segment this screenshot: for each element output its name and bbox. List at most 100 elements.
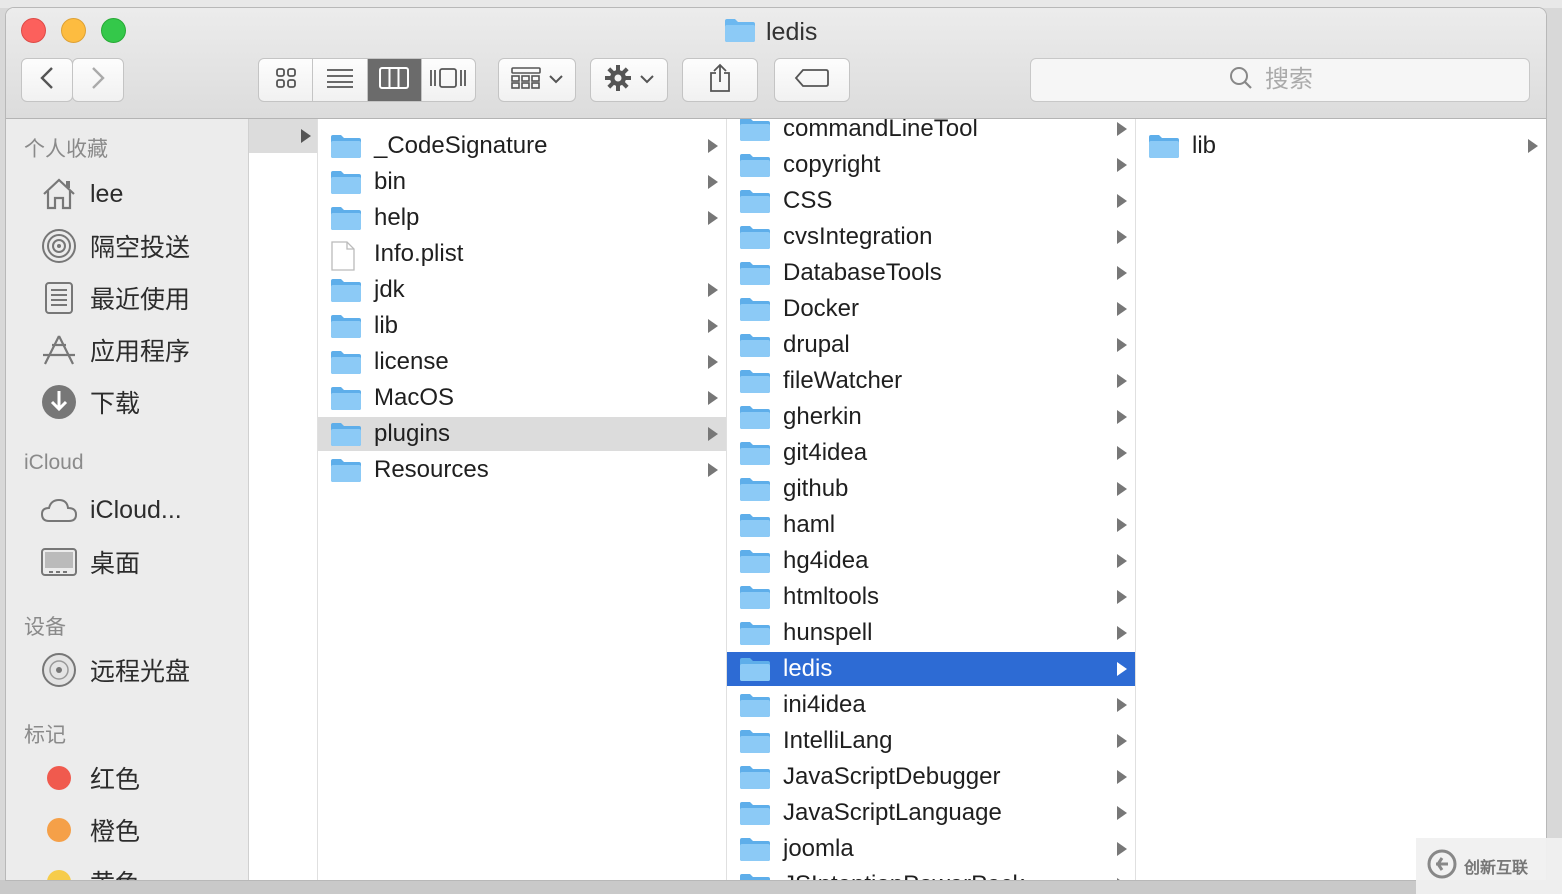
folder-row[interactable]: Resources bbox=[318, 453, 726, 487]
cover-flow-view-button[interactable] bbox=[422, 59, 475, 101]
group-by-button[interactable] bbox=[498, 58, 576, 102]
item-name: lib bbox=[374, 312, 399, 339]
tag-dot-yellow bbox=[47, 870, 71, 880]
chevron-right-icon bbox=[91, 66, 105, 95]
folder-icon bbox=[330, 385, 362, 416]
sidebar-section-devices: 设备 bbox=[24, 616, 66, 639]
disclosure-arrow-icon bbox=[708, 175, 718, 189]
sidebar-item-home[interactable]: lee bbox=[40, 173, 123, 215]
folder-row[interactable]: _CodeSignature bbox=[318, 129, 726, 163]
folder-row[interactable]: license bbox=[318, 345, 726, 379]
sidebar-item-downloads[interactable]: 下载 bbox=[40, 381, 140, 423]
browser-column-parent bbox=[249, 119, 318, 880]
disclosure-arrow-icon bbox=[1117, 806, 1127, 820]
folder-row[interactable]: haml bbox=[727, 508, 1135, 542]
folder-row[interactable]: JSIntentionPowerPack bbox=[727, 868, 1135, 880]
forward-button[interactable] bbox=[72, 58, 124, 102]
search-field[interactable] bbox=[1030, 58, 1530, 102]
sidebar-item-tag-yellow[interactable]: 黄色 bbox=[40, 861, 140, 880]
file-icon bbox=[330, 241, 356, 276]
folder-row[interactable]: github bbox=[727, 472, 1135, 506]
folder-row[interactable]: lib bbox=[1136, 129, 1546, 163]
folder-icon bbox=[739, 152, 771, 183]
folder-row[interactable]: bin bbox=[318, 165, 726, 199]
tags-button[interactable] bbox=[774, 58, 850, 102]
folder-row[interactable]: hg4idea bbox=[727, 544, 1135, 578]
folder-row[interactable]: DatabaseTools bbox=[727, 256, 1135, 290]
orange-tag-icon bbox=[40, 811, 78, 849]
search-input[interactable] bbox=[1263, 65, 1331, 95]
folder-row[interactable]: help bbox=[318, 201, 726, 235]
folder-row[interactable]: cvsIntegration bbox=[727, 220, 1135, 254]
disclosure-arrow-icon bbox=[708, 139, 718, 153]
sidebar-item-label: 最近使用 bbox=[90, 286, 191, 314]
folder-row[interactable]: gherkin bbox=[727, 400, 1135, 434]
folder-row[interactable]: Docker bbox=[727, 292, 1135, 326]
item-name: JSIntentionPowerPack bbox=[783, 871, 1024, 880]
sidebar-item-applications[interactable]: 应用程序 bbox=[40, 329, 190, 371]
folder-row[interactable]: ledis bbox=[727, 652, 1135, 686]
folder-row[interactable]: fileWatcher bbox=[727, 364, 1135, 398]
sidebar-item-airdrop[interactable]: 隔空投送 bbox=[40, 225, 190, 267]
sidebar-item-remote-disc[interactable]: 远程光盘 bbox=[40, 649, 190, 691]
item-name: ledis bbox=[783, 655, 833, 682]
disclosure-arrow-icon bbox=[1117, 878, 1127, 880]
folder-row[interactable]: IntelliLang bbox=[727, 724, 1135, 758]
view-mode-segmented-control bbox=[258, 58, 476, 102]
folder-row[interactable]: htmltools bbox=[727, 580, 1135, 614]
list-view-button[interactable] bbox=[313, 59, 368, 101]
folder-row[interactable]: hunspell bbox=[727, 616, 1135, 650]
item-name: cvsIntegration bbox=[783, 223, 933, 250]
item-name: commandLineTool bbox=[783, 119, 978, 142]
close-window-button[interactable] bbox=[21, 18, 46, 43]
sidebar-item-tag-red[interactable]: 红色 bbox=[40, 757, 140, 799]
folder-icon bbox=[739, 548, 771, 579]
minimize-window-button[interactable] bbox=[61, 18, 86, 43]
search-icon bbox=[1229, 66, 1253, 95]
folder-row[interactable]: MacOS bbox=[318, 381, 726, 415]
folder-row[interactable]: copyright bbox=[727, 148, 1135, 182]
chevron-down-icon bbox=[549, 71, 563, 89]
item-name: DatabaseTools bbox=[783, 259, 942, 286]
folder-row[interactable]: plugins bbox=[318, 417, 726, 451]
gear-icon bbox=[604, 64, 632, 97]
disclosure-arrow-icon bbox=[708, 355, 718, 369]
action-menu-button[interactable] bbox=[590, 58, 668, 102]
disclosure-arrow-icon bbox=[708, 391, 718, 405]
sidebar-item-tag-orange[interactable]: 橙色 bbox=[40, 809, 140, 851]
file-row[interactable]: Info.plist bbox=[318, 237, 726, 271]
folder-row[interactable]: JavaScriptDebugger bbox=[727, 760, 1135, 794]
folder-row[interactable]: drupal bbox=[727, 328, 1135, 362]
folder-icon bbox=[739, 224, 771, 255]
item-name: IntelliLang bbox=[783, 727, 893, 754]
item-name: ini4idea bbox=[783, 691, 866, 718]
folder-row[interactable]: commandLineTool bbox=[727, 119, 1135, 146]
folder-icon bbox=[330, 421, 362, 452]
folder-row[interactable]: CSS bbox=[727, 184, 1135, 218]
sidebar-item-icloud-drive[interactable]: iCloud... bbox=[40, 489, 182, 531]
disclosure-arrow-icon bbox=[1117, 374, 1127, 388]
sidebar-item-desktop[interactable]: 桌面 bbox=[40, 541, 140, 583]
sidebar: 个人收藏 lee 隔空投送 最近使用 应用程序 下载 iCloud iCloud… bbox=[6, 119, 249, 880]
folder-icon bbox=[739, 512, 771, 543]
sidebar-item-recents[interactable]: 最近使用 bbox=[40, 277, 190, 319]
folder-row[interactable]: JavaScriptLanguage bbox=[727, 796, 1135, 830]
folder-row[interactable]: lib bbox=[318, 309, 726, 343]
column-view-button[interactable] bbox=[367, 59, 422, 101]
browser-column-ledis: lib bbox=[1136, 119, 1546, 880]
share-button[interactable] bbox=[682, 58, 758, 102]
back-button[interactable] bbox=[21, 58, 73, 102]
icon-view-button[interactable] bbox=[259, 59, 314, 101]
folder-row[interactable]: ini4idea bbox=[727, 688, 1135, 722]
folder-icon bbox=[330, 169, 362, 200]
item-name: fileWatcher bbox=[783, 367, 903, 394]
folder-row[interactable]: joomla bbox=[727, 832, 1135, 866]
sidebar-item-label: 隔空投送 bbox=[90, 234, 191, 262]
folder-row[interactable]: jdk bbox=[318, 273, 726, 307]
cloud-icon bbox=[40, 491, 78, 529]
folder-icon bbox=[739, 728, 771, 759]
folder-row[interactable]: git4idea bbox=[727, 436, 1135, 470]
folder-icon bbox=[739, 800, 771, 831]
folder-icon bbox=[739, 692, 771, 723]
maximize-window-button[interactable] bbox=[101, 18, 126, 43]
